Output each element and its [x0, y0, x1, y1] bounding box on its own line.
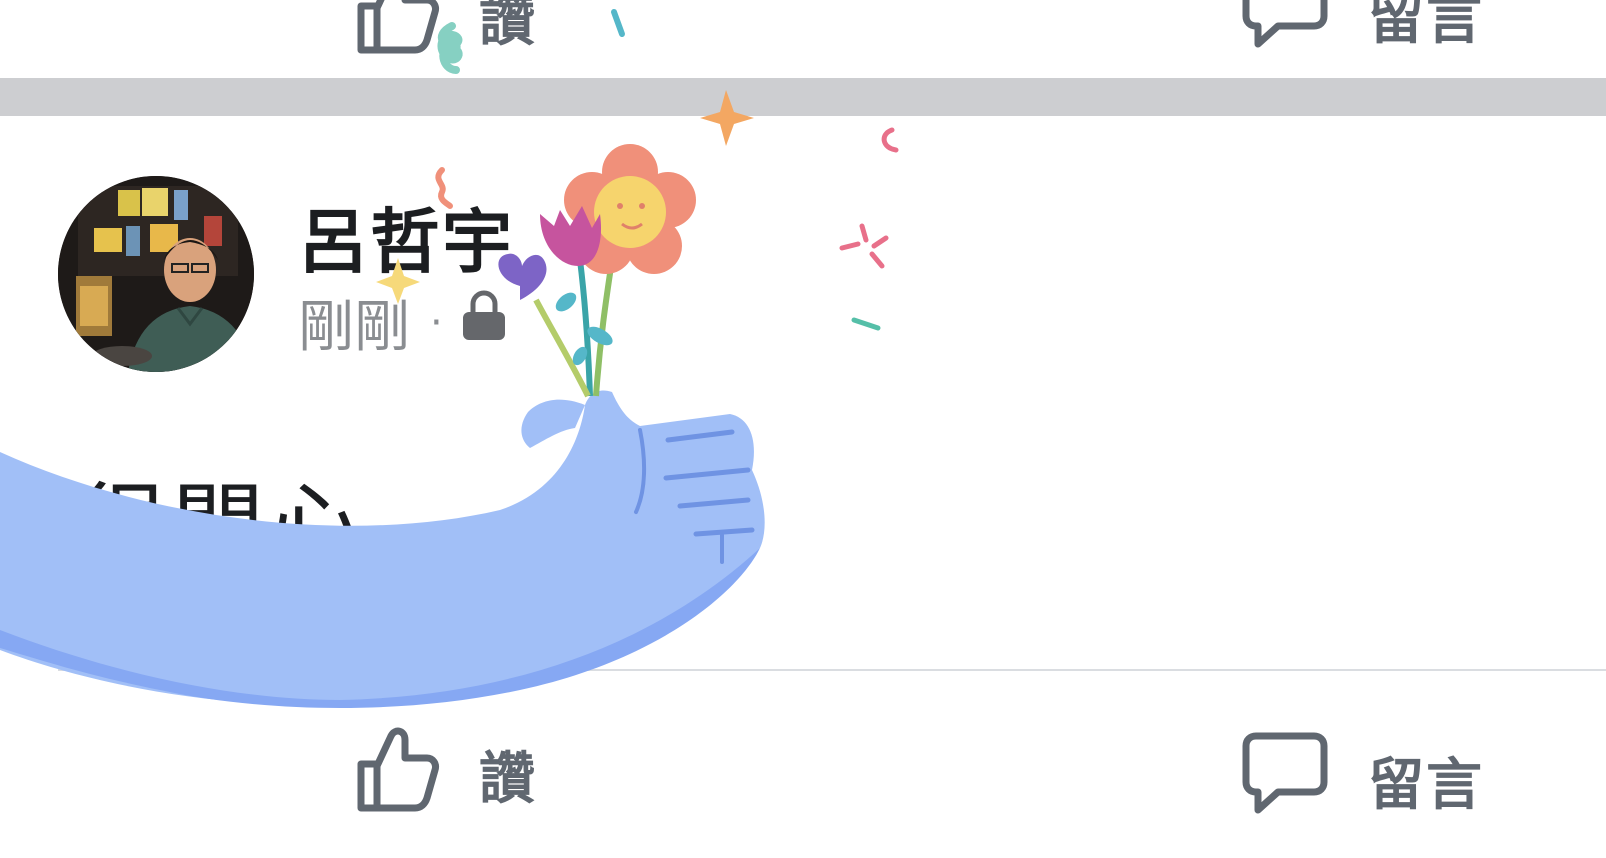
- post-text: 很開心: [76, 473, 365, 580]
- previous-like-label: 讚: [479, 0, 537, 54]
- comment-bubble-icon: [1240, 0, 1330, 64]
- previous-comment-label: 留言: [1368, 0, 1484, 52]
- comment-bubble-icon: [1240, 730, 1330, 830]
- lock-icon[interactable]: [461, 290, 507, 356]
- thumbs-up-icon: [355, 0, 441, 68]
- thumbs-up-icon: [355, 722, 441, 826]
- post-meta: 剛剛 ·: [298, 282, 507, 363]
- like-button[interactable]: 讚: [355, 722, 537, 826]
- comment-label: 留言: [1368, 752, 1484, 818]
- author-name[interactable]: 呂哲宇: [298, 186, 514, 287]
- previous-post-action-bar: 讚 留言: [0, 0, 1606, 78]
- comment-button[interactable]: 留言: [1240, 730, 1484, 830]
- feed-view: 讚 留言 呂哲宇 剛剛 · 很開心 讚 留言: [0, 0, 1606, 858]
- action-bar-divider: [58, 669, 1606, 671]
- author-avatar[interactable]: [58, 176, 254, 372]
- post-timestamp[interactable]: 剛剛: [298, 282, 410, 363]
- bouquet-illustration: [498, 144, 696, 398]
- previous-comment-button[interactable]: 留言: [1240, 0, 1484, 64]
- like-label: 讚: [479, 746, 537, 812]
- meta-separator: ·: [430, 299, 443, 346]
- previous-like-button[interactable]: 讚: [355, 0, 537, 68]
- post-separator: [0, 78, 1606, 116]
